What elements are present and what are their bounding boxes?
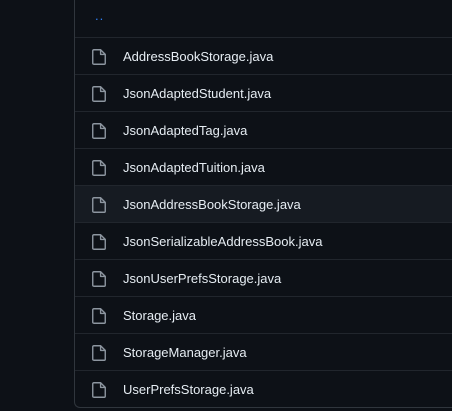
file-name[interactable]: UserPrefsStorage.java: [123, 382, 254, 398]
file-icon: [92, 234, 106, 250]
file-icon: [92, 160, 106, 176]
file-row[interactable]: JsonAdaptedTuition.java: [75, 148, 452, 185]
file-icon: [92, 308, 106, 324]
file-name[interactable]: JsonAdaptedTuition.java: [123, 160, 265, 176]
page: .. AddressBookStorage.java JsonAdaptedSt…: [0, 0, 452, 411]
file-icon: [92, 86, 106, 102]
parent-directory-row[interactable]: ..: [75, 0, 452, 37]
parent-directory-link[interactable]: ..: [75, 8, 104, 23]
file-name[interactable]: Storage.java: [123, 308, 196, 324]
file-row-hovered[interactable]: JsonAddressBookStorage.java: [75, 185, 452, 222]
file-row[interactable]: JsonSerializableAddressBook.java: [75, 222, 452, 259]
file-name[interactable]: JsonUserPrefsStorage.java: [123, 271, 281, 287]
file-row[interactable]: AddressBookStorage.java: [75, 37, 452, 74]
file-icon: [92, 382, 106, 398]
file-row[interactable]: StorageManager.java: [75, 333, 452, 370]
file-row[interactable]: UserPrefsStorage.java: [75, 370, 452, 407]
file-name[interactable]: JsonSerializableAddressBook.java: [123, 234, 322, 250]
file-icon: [92, 123, 106, 139]
file-icon: [92, 197, 106, 213]
file-icon: [92, 49, 106, 65]
file-row[interactable]: JsonUserPrefsStorage.java: [75, 259, 452, 296]
file-icon: [92, 345, 106, 361]
file-name[interactable]: JsonAdaptedTag.java: [123, 123, 247, 139]
file-list-panel: .. AddressBookStorage.java JsonAdaptedSt…: [74, 0, 452, 408]
file-row[interactable]: Storage.java: [75, 296, 452, 333]
file-row[interactable]: JsonAdaptedStudent.java: [75, 74, 452, 111]
file-name[interactable]: JsonAddressBookStorage.java: [123, 197, 301, 213]
file-name[interactable]: JsonAdaptedStudent.java: [123, 86, 271, 102]
file-name[interactable]: StorageManager.java: [123, 345, 247, 361]
file-icon: [92, 271, 106, 287]
file-row[interactable]: JsonAdaptedTag.java: [75, 111, 452, 148]
file-name[interactable]: AddressBookStorage.java: [123, 49, 273, 65]
